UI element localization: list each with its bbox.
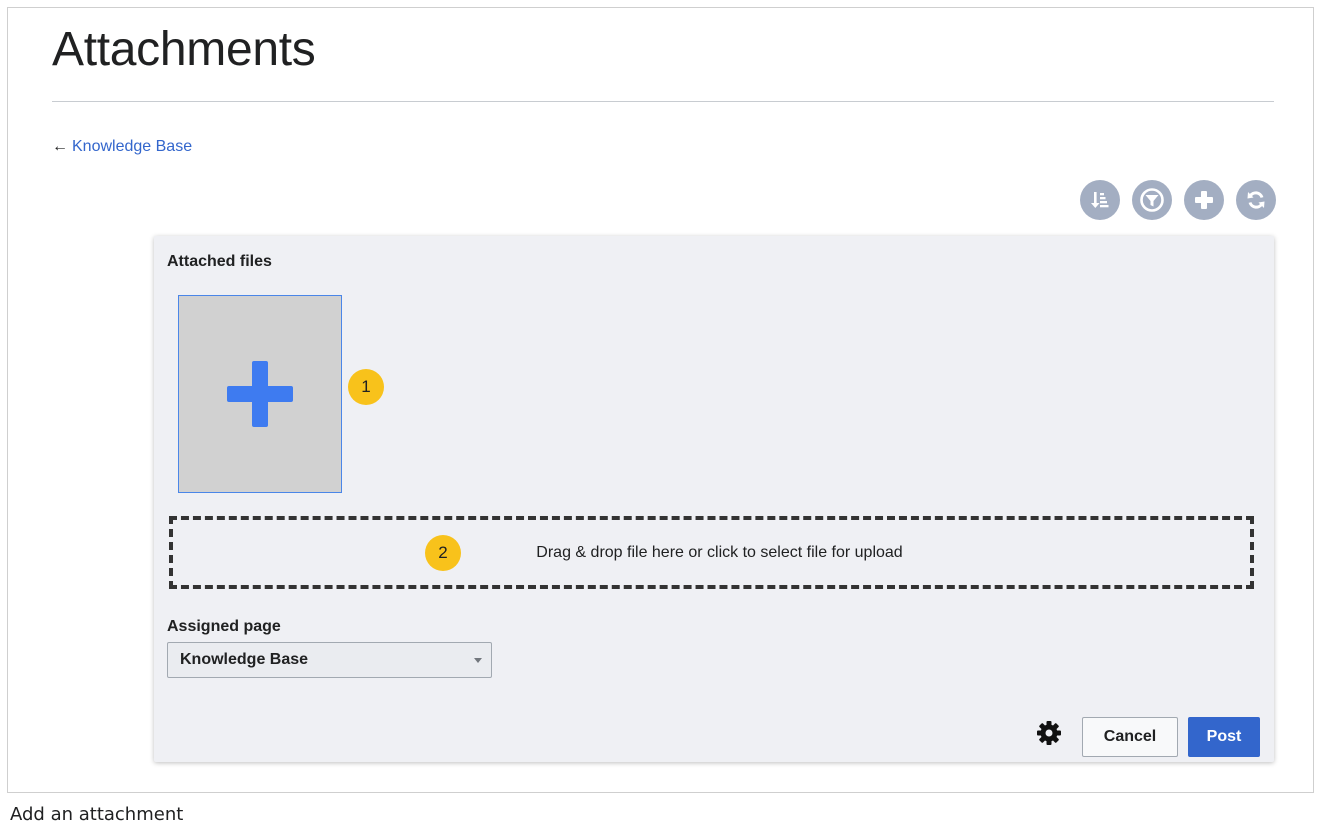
dropzone-text: Drag & drop file here or click to select… <box>536 543 903 561</box>
callout-marker-1: 1 <box>348 369 384 405</box>
page-title: Attachments <box>52 23 316 76</box>
attached-files-label: Attached files <box>167 253 272 270</box>
assigned-page-select[interactable]: Knowledge Base <box>167 642 492 678</box>
filter-button[interactable] <box>1132 180 1172 220</box>
gear-icon <box>1037 721 1061 745</box>
settings-button[interactable] <box>1036 720 1062 751</box>
assigned-page-label: Assigned page <box>167 618 281 635</box>
add-button[interactable] <box>1184 180 1224 220</box>
breadcrumb: ← Knowledge Base <box>52 138 192 156</box>
assigned-page-value: Knowledge Base <box>180 651 309 668</box>
toolbar <box>1080 180 1276 220</box>
chevron-down-icon <box>474 658 482 663</box>
cancel-button[interactable]: Cancel <box>1082 717 1178 757</box>
callout-marker-2: 2 <box>425 535 461 571</box>
plus-icon <box>227 361 293 427</box>
plus-icon <box>1195 191 1213 209</box>
filter-icon <box>1140 188 1164 212</box>
sort-button[interactable] <box>1080 180 1120 220</box>
file-dropzone[interactable]: Drag & drop file here or click to select… <box>169 516 1254 589</box>
post-button[interactable]: Post <box>1188 717 1260 757</box>
refresh-button[interactable] <box>1236 180 1276 220</box>
back-arrow-icon: ← <box>52 138 68 155</box>
refresh-icon <box>1247 191 1265 209</box>
add-file-tile[interactable] <box>178 295 342 493</box>
screenshot-frame: Attachments ← Knowledge Base Attached fi… <box>7 7 1314 793</box>
sort-icon <box>1091 192 1109 208</box>
attachment-dialog: Attached files 1 Drag & drop file here o… <box>154 236 1274 762</box>
image-caption: Add an attachment <box>10 804 184 825</box>
back-link-knowledge-base[interactable]: Knowledge Base <box>72 138 192 155</box>
title-divider <box>52 101 1274 102</box>
